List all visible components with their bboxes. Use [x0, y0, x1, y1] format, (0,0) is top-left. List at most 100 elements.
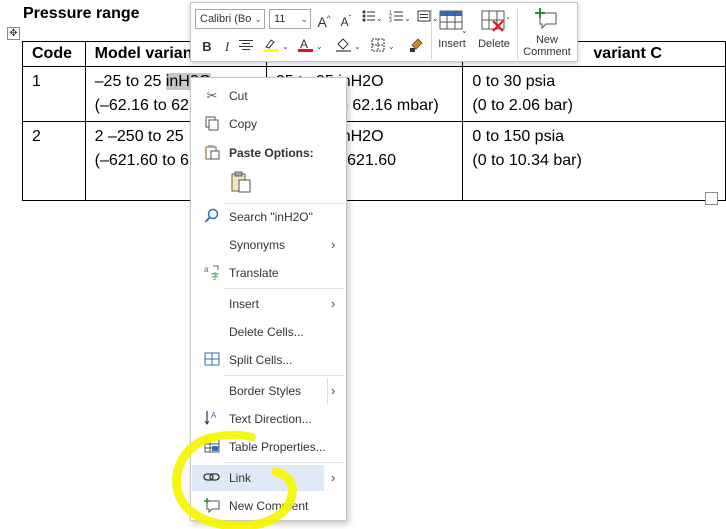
svg-text:⌄: ⌄ — [388, 42, 395, 51]
new-comment-label-1: New — [535, 34, 558, 46]
format-painter-button[interactable] — [407, 37, 425, 57]
toolbar-divider — [431, 9, 432, 59]
menu-item-translate[interactable]: a字 Translate — [192, 260, 324, 286]
table-row: 2 2 –250 to 25 (–621.60 to 6 0 to 250 in… — [22, 121, 726, 201]
insert-button[interactable]: ⌄ Insert — [435, 9, 469, 50]
chevron-right-icon: › — [327, 378, 335, 404]
menu-item-label: Copy — [229, 117, 258, 131]
menu-item-text-direction[interactable]: A Text Direction... — [192, 406, 324, 432]
table-delete-icon: ⌄ — [481, 10, 512, 32]
menu-item-copy[interactable]: Copy — [192, 111, 324, 137]
menu-item-search[interactable]: Search "inH2O" — [192, 204, 324, 230]
menu-item-insert[interactable]: Insert › — [192, 291, 335, 317]
svg-text:字: 字 — [211, 271, 219, 280]
font-name-value: Calibri (Bo — [200, 13, 252, 25]
clipboard-icon — [203, 144, 221, 162]
numbering-button[interactable]: 1 2 3 ⌄ — [386, 9, 412, 29]
menu-item-label: New Comment — [229, 499, 309, 513]
align-center-icon — [239, 40, 253, 50]
font-color-icon: A ⌄ — [298, 37, 323, 52]
shrink-font-icon: Aˇ — [340, 14, 352, 29]
cell-text: (0 to 10.34 bar) — [472, 152, 582, 169]
menu-item-label: Synonyms — [229, 238, 286, 252]
paste-options-header: Paste Options: — [192, 140, 324, 166]
paste-keep-formatting-icon[interactable] — [230, 171, 252, 193]
translate-icon: a字 — [203, 264, 221, 282]
borders-icon: ⌄ — [371, 38, 395, 52]
svg-text:⌄: ⌄ — [461, 26, 467, 35]
shrink-font-button[interactable]: Aˇ — [337, 9, 355, 29]
svg-text:⌄: ⌄ — [354, 42, 361, 51]
menu-item-label: Border Styles — [229, 384, 302, 398]
menu-divider — [224, 375, 344, 376]
menu-item-label: Table Properties... — [229, 440, 326, 454]
table-properties-icon — [203, 438, 221, 456]
menu-item-delete-cells[interactable]: Delete Cells... — [192, 319, 324, 345]
align-center-button[interactable] — [237, 37, 255, 57]
cell-text: (0 to 2.06 bar) — [472, 97, 573, 114]
format-painter-icon — [410, 38, 423, 52]
chevron-right-icon: › — [331, 237, 336, 252]
menu-item-new-comment[interactable]: New Comment — [192, 493, 324, 519]
menu-divider — [224, 288, 344, 289]
italic-icon: I — [224, 39, 230, 54]
font-name-box[interactable]: Calibri (Bo ⌄ — [195, 9, 265, 29]
bold-button[interactable]: B — [198, 37, 216, 57]
delete-button[interactable]: ⌄ Delete — [476, 9, 512, 50]
styles-icon: ⌄ — [417, 10, 439, 23]
font-color-button[interactable]: A ⌄ — [295, 37, 325, 57]
chevron-down-icon: ⌄ — [254, 14, 262, 24]
grow-font-button[interactable]: A^ — [315, 9, 333, 30]
grow-font-icon: A^ — [317, 13, 331, 30]
toolbar-divider — [517, 9, 518, 59]
svg-text:⌄: ⌄ — [376, 14, 381, 23]
menu-item-split-cells[interactable]: Split Cells... — [192, 347, 324, 373]
menu-item-label: Search "inH2O" — [229, 210, 313, 224]
table-move-handle[interactable]: ✥ — [7, 27, 20, 40]
font-size-box[interactable]: 11 ⌄ — [269, 9, 311, 29]
cell-variant-c[interactable]: 0 to 150 psia (0 to 10.34 bar) — [462, 121, 726, 201]
svg-text:⌄: ⌄ — [316, 42, 323, 51]
paint-bucket-icon: ⌄ — [336, 38, 361, 52]
chevron-down-icon: ⌄ — [300, 14, 308, 24]
menu-item-border-styles[interactable]: Border Styles › — [192, 378, 335, 404]
bullets-button[interactable]: ⌄ — [358, 9, 384, 29]
chevron-right-icon: › — [331, 470, 336, 485]
menu-item-cut[interactable]: ✂ Cut — [192, 83, 324, 109]
bold-icon: B — [202, 39, 212, 54]
menu-item-link[interactable]: Link › — [192, 465, 335, 491]
italic-button[interactable]: I — [218, 37, 236, 57]
highlight-color-button[interactable]: ⌄ — [261, 37, 291, 57]
bullets-icon: ⌄ — [362, 10, 383, 23]
menu-item-label: Insert — [229, 297, 260, 311]
cell-text: (–62.16 to 62 — [94, 97, 189, 114]
delete-label: Delete — [478, 38, 510, 50]
highlighter-icon: ⌄ — [264, 39, 289, 52]
table-insert-icon: ⌄ — [439, 10, 468, 35]
menu-item-label: Cut — [229, 89, 248, 103]
table-resize-handle[interactable] — [705, 192, 718, 205]
copy-icon — [203, 115, 221, 133]
shading-button[interactable]: ⌄ — [333, 37, 363, 57]
cell-code[interactable]: 1 — [22, 66, 86, 122]
svg-text:A: A — [211, 411, 217, 420]
menu-item-synonyms[interactable]: Synonyms › — [192, 232, 335, 258]
cell-variant-c[interactable]: 0 to 30 psia (0 to 2.06 bar) — [462, 66, 726, 122]
svg-text:a: a — [204, 265, 209, 274]
menu-item-label: Split Cells... — [229, 353, 293, 367]
header-code[interactable]: Code — [22, 41, 86, 67]
font-size-value: 11 — [274, 13, 286, 25]
menu-item-table-properties[interactable]: Table Properties... — [192, 434, 326, 460]
cell-text: 0 to 30 psia — [472, 73, 556, 90]
search-icon — [203, 208, 221, 226]
svg-text:A: A — [300, 37, 308, 51]
cell-code[interactable]: 2 — [22, 121, 86, 201]
text-direction-icon: A — [203, 410, 221, 428]
borders-button[interactable]: ⌄ — [369, 37, 399, 57]
new-comment-label-2: Comment — [523, 46, 571, 58]
menu-item-label: Text Direction... — [229, 412, 312, 426]
document-heading: Pressure range — [23, 5, 140, 22]
insert-label: Insert — [438, 38, 466, 50]
menu-item-label: Link — [229, 471, 252, 485]
new-comment-button[interactable]: New Comment — [519, 7, 575, 58]
